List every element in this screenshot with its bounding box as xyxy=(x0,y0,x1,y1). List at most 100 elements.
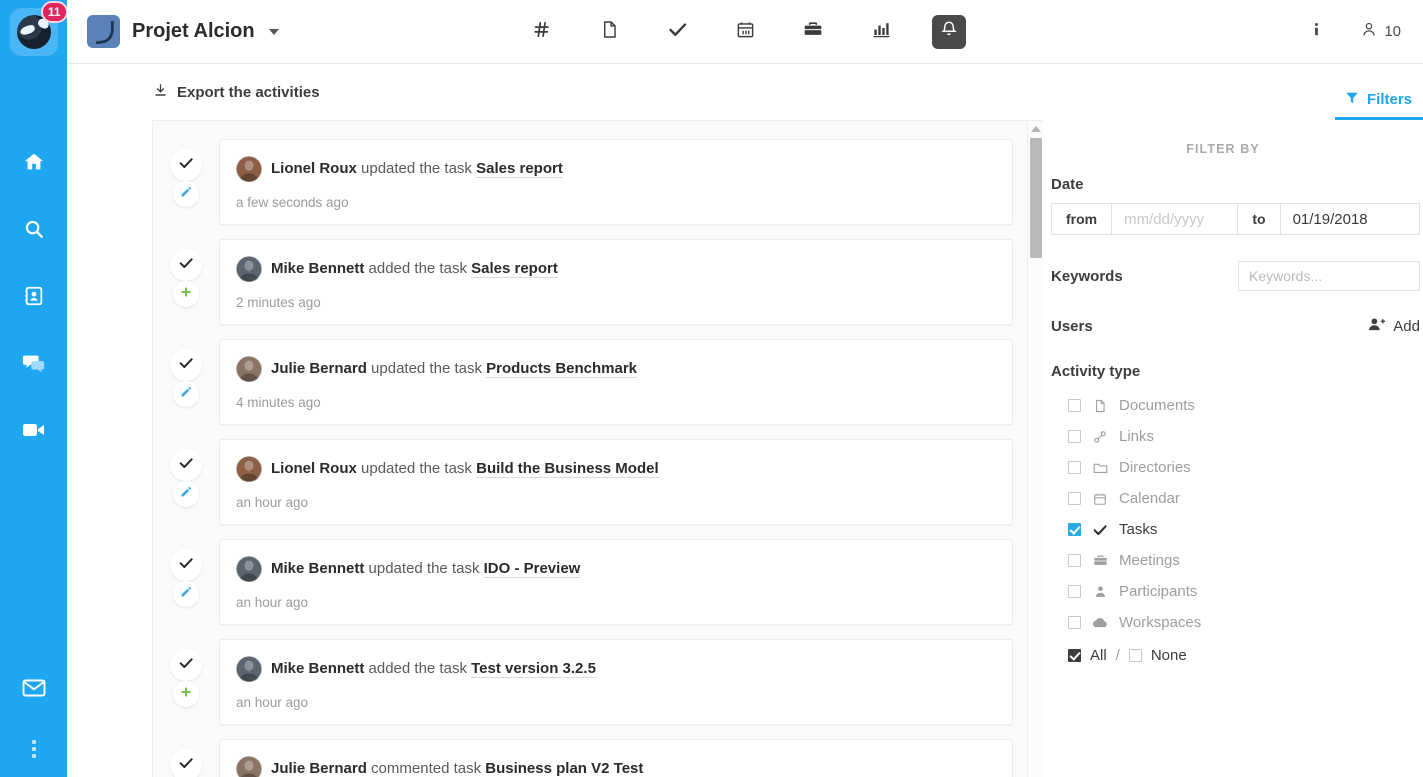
feed-scrollbar[interactable] xyxy=(1027,121,1043,777)
nav-calendar[interactable] xyxy=(728,15,762,49)
nav-reports[interactable] xyxy=(864,15,898,49)
briefcase-icon xyxy=(1092,553,1108,568)
nav-activities[interactable] xyxy=(932,14,966,49)
filter-users-label: Users xyxy=(1051,318,1093,335)
activity-item[interactable]: Lionel Roux updated the task Build the B… xyxy=(153,439,1027,525)
activity-timestamp: an hour ago xyxy=(236,595,309,610)
activity-type-item-workspaces[interactable]: Workspaces xyxy=(1051,607,1420,638)
activity-card[interactable]: Mike Bennett added the task Sales report… xyxy=(219,239,1013,325)
filter-keywords-label: Keywords xyxy=(1051,267,1123,285)
activity-type-label: Participants xyxy=(1119,583,1198,600)
members-count[interactable]: 10 xyxy=(1361,21,1401,42)
checkbox-workspaces[interactable] xyxy=(1068,616,1081,629)
pencil-icon xyxy=(180,185,192,203)
chevron-down-icon[interactable] xyxy=(268,28,279,35)
activity-target[interactable]: IDO - Preview xyxy=(483,560,581,579)
activity-type-label: Meetings xyxy=(1119,552,1180,569)
info-icon xyxy=(1308,21,1325,43)
checkbox-directories[interactable] xyxy=(1068,461,1081,474)
activity-card[interactable]: Julie Bernard updated the task Products … xyxy=(219,339,1013,425)
activity-card[interactable]: Mike Bennett updated the task IDO - Prev… xyxy=(219,539,1013,625)
nav-hash[interactable] xyxy=(524,15,558,49)
activity-item[interactable]: Mike Bennett updated the task IDO - Prev… xyxy=(153,539,1027,625)
checkbox-calendar[interactable] xyxy=(1068,492,1081,505)
activity-card[interactable]: Julie Bernard commented task Business pl… xyxy=(219,739,1013,777)
activity-target[interactable]: Products Benchmark xyxy=(486,360,638,379)
activity-type-item-calendar[interactable]: Calendar xyxy=(1051,483,1420,514)
sidebar-item-video[interactable] xyxy=(0,396,67,463)
sidebar-item-more[interactable] xyxy=(0,721,67,777)
sidebar-bottom xyxy=(0,654,67,777)
activity-target[interactable]: Sales report xyxy=(476,160,563,179)
filter-panel: FILTER BY Date from to Keywords User xyxy=(1043,120,1423,777)
app-logo[interactable]: 11 xyxy=(9,1,68,56)
activity-item-icons xyxy=(153,339,219,407)
sidebar-item-mail[interactable] xyxy=(0,654,67,721)
activity-item[interactable]: Lionel Roux updated the task Sales repor… xyxy=(153,139,1027,225)
scrollbar-thumb[interactable] xyxy=(1030,138,1042,258)
activity-item[interactable]: Mike Bennett added the task Sales report… xyxy=(153,239,1027,325)
filter-activity-type-section: Activity type Documents Links Directories C… xyxy=(1051,363,1420,671)
activity-item[interactable]: Julie Bernard commented task Business pl… xyxy=(153,739,1027,777)
main-column: Projet Alcion 10 Export the activities F… xyxy=(67,0,1423,777)
notification-badge: 11 xyxy=(40,1,68,23)
nav-meetings[interactable] xyxy=(796,15,830,49)
activity-card[interactable]: Mike Bennett added the task Test version… xyxy=(219,639,1013,725)
activity-type-item-tasks[interactable]: Tasks xyxy=(1051,514,1420,545)
keywords-input[interactable] xyxy=(1238,261,1420,291)
activity-type-chip xyxy=(170,649,202,681)
filter-panel-title: FILTER BY xyxy=(1186,142,1260,156)
bar-chart-icon xyxy=(872,20,891,44)
activity-target[interactable]: Build the Business Model xyxy=(476,460,659,479)
checkbox-meetings[interactable] xyxy=(1068,554,1081,567)
activity-item[interactable]: Mike Bennett added the task Test version… xyxy=(153,639,1027,725)
bell-icon xyxy=(940,20,958,43)
plus-icon xyxy=(180,685,192,703)
activity-card[interactable]: Lionel Roux updated the task Build the B… xyxy=(219,439,1013,525)
checkbox-participants[interactable] xyxy=(1068,585,1081,598)
scroll-up-button[interactable] xyxy=(1028,121,1043,136)
activity-type-item-meetings[interactable]: Meetings xyxy=(1051,545,1420,576)
activity-type-item-documents[interactable]: Documents xyxy=(1051,390,1420,421)
check-icon xyxy=(178,455,194,476)
checkbox-links[interactable] xyxy=(1068,430,1081,443)
activity-item-icons xyxy=(153,139,219,207)
nav-documents[interactable] xyxy=(592,15,626,49)
activity-type-item-directories[interactable]: Directories xyxy=(1051,452,1420,483)
checkbox-all[interactable] xyxy=(1068,649,1081,662)
checkbox-tasks[interactable] xyxy=(1068,523,1081,536)
activity-text: Mike Bennett updated the task IDO - Prev… xyxy=(271,559,581,579)
sidebar-item-home[interactable] xyxy=(0,128,67,195)
sidebar-item-search[interactable] xyxy=(0,195,67,262)
chat-bubbles-icon xyxy=(22,352,46,374)
activity-target[interactable]: Sales report xyxy=(471,260,558,279)
activity-type-item-links[interactable]: Links xyxy=(1051,421,1420,452)
activity-action-chip xyxy=(173,281,199,307)
info-button[interactable] xyxy=(1299,15,1333,49)
more-vertical-icon xyxy=(31,740,36,758)
activity-action-chip xyxy=(173,181,199,207)
checkbox-documents[interactable] xyxy=(1068,399,1081,412)
chevron-up-icon xyxy=(1030,125,1041,132)
sidebar-item-directory[interactable] xyxy=(0,262,67,329)
sidebar-item-chat[interactable] xyxy=(0,329,67,396)
date-to-input[interactable] xyxy=(1280,204,1419,234)
user-icon xyxy=(1361,21,1377,42)
activity-target[interactable]: Test version 3.2.5 xyxy=(471,660,596,679)
activity-line: Mike Bennett added the task Sales report xyxy=(236,256,992,282)
activity-type-chip xyxy=(170,449,202,481)
activity-target[interactable]: Business plan V2 Test xyxy=(485,760,644,777)
funnel-icon xyxy=(1345,91,1359,109)
add-user-button[interactable]: Add xyxy=(1368,317,1420,336)
checkbox-none[interactable] xyxy=(1128,649,1142,662)
activity-type-item-participants[interactable]: Participants xyxy=(1051,576,1420,607)
activity-card[interactable]: Lionel Roux updated the task Sales repor… xyxy=(219,139,1013,225)
video-camera-icon xyxy=(22,420,46,440)
activity-item[interactable]: Julie Bernard updated the task Products … xyxy=(153,339,1027,425)
nav-tasks[interactable] xyxy=(660,15,694,49)
activity-user: Mike Bennett xyxy=(271,560,365,578)
tab-filters[interactable]: Filters xyxy=(1335,82,1423,120)
export-activities-button[interactable]: Export the activities xyxy=(153,83,320,102)
date-from-input[interactable] xyxy=(1112,204,1238,234)
header-left: Projet Alcion xyxy=(67,15,279,48)
